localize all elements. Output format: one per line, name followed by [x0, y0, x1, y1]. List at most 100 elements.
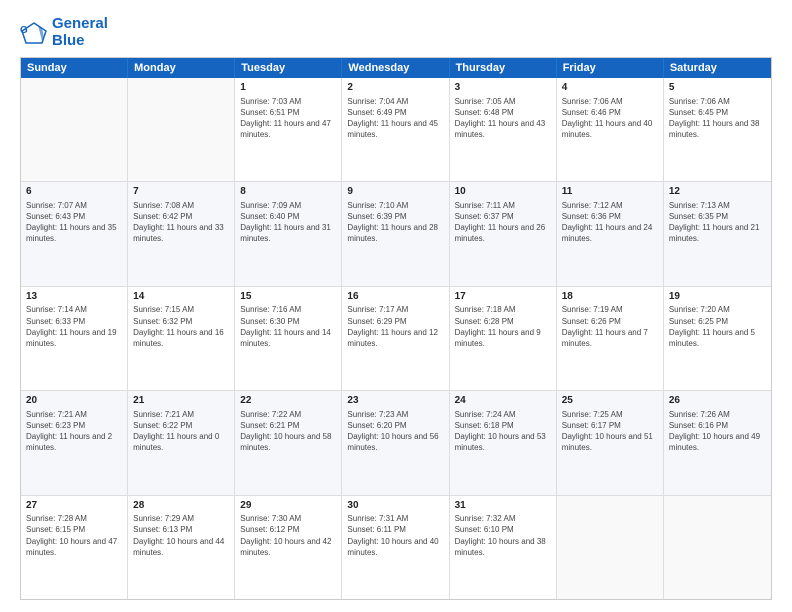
sun-info: Sunrise: 7:19 AMSunset: 6:26 PMDaylight:… — [562, 304, 658, 349]
calendar-day-cell: 24Sunrise: 7:24 AMSunset: 6:18 PMDayligh… — [450, 391, 557, 494]
day-number: 29 — [240, 499, 336, 513]
calendar-day-cell: 28Sunrise: 7:29 AMSunset: 6:13 PMDayligh… — [128, 496, 235, 599]
calendar-day-cell: 4Sunrise: 7:06 AMSunset: 6:46 PMDaylight… — [557, 78, 664, 181]
sun-info: Sunrise: 7:31 AMSunset: 6:11 PMDaylight:… — [347, 513, 443, 558]
calendar-day-cell: 6Sunrise: 7:07 AMSunset: 6:43 PMDaylight… — [21, 182, 128, 285]
sun-info: Sunrise: 7:08 AMSunset: 6:42 PMDaylight:… — [133, 200, 229, 245]
sun-info: Sunrise: 7:10 AMSunset: 6:39 PMDaylight:… — [347, 200, 443, 245]
weekday-header: Thursday — [450, 58, 557, 78]
sun-info: Sunrise: 7:28 AMSunset: 6:15 PMDaylight:… — [26, 513, 122, 558]
day-number: 17 — [455, 290, 551, 304]
calendar-day-cell: 10Sunrise: 7:11 AMSunset: 6:37 PMDayligh… — [450, 182, 557, 285]
day-number: 12 — [669, 185, 766, 199]
sun-info: Sunrise: 7:06 AMSunset: 6:45 PMDaylight:… — [669, 96, 766, 141]
calendar-day-cell: 2Sunrise: 7:04 AMSunset: 6:49 PMDaylight… — [342, 78, 449, 181]
calendar-row: 6Sunrise: 7:07 AMSunset: 6:43 PMDaylight… — [21, 181, 771, 285]
calendar-row: 20Sunrise: 7:21 AMSunset: 6:23 PMDayligh… — [21, 390, 771, 494]
weekday-header: Monday — [128, 58, 235, 78]
calendar-row: 27Sunrise: 7:28 AMSunset: 6:15 PMDayligh… — [21, 495, 771, 599]
day-number: 5 — [669, 81, 766, 95]
weekday-header: Saturday — [664, 58, 771, 78]
calendar-day-cell: 18Sunrise: 7:19 AMSunset: 6:26 PMDayligh… — [557, 287, 664, 390]
sun-info: Sunrise: 7:20 AMSunset: 6:25 PMDaylight:… — [669, 304, 766, 349]
sun-info: Sunrise: 7:23 AMSunset: 6:20 PMDaylight:… — [347, 409, 443, 454]
day-number: 19 — [669, 290, 766, 304]
calendar-day-cell: 11Sunrise: 7:12 AMSunset: 6:36 PMDayligh… — [557, 182, 664, 285]
sun-info: Sunrise: 7:18 AMSunset: 6:28 PMDaylight:… — [455, 304, 551, 349]
sun-info: Sunrise: 7:14 AMSunset: 6:33 PMDaylight:… — [26, 304, 122, 349]
calendar-body: 1Sunrise: 7:03 AMSunset: 6:51 PMDaylight… — [21, 78, 771, 599]
logo-text: General Blue — [52, 16, 108, 49]
calendar-day-cell: 13Sunrise: 7:14 AMSunset: 6:33 PMDayligh… — [21, 287, 128, 390]
sun-info: Sunrise: 7:16 AMSunset: 6:30 PMDaylight:… — [240, 304, 336, 349]
sun-info: Sunrise: 7:09 AMSunset: 6:40 PMDaylight:… — [240, 200, 336, 245]
day-number: 14 — [133, 290, 229, 304]
calendar-day-cell: 1Sunrise: 7:03 AMSunset: 6:51 PMDaylight… — [235, 78, 342, 181]
sun-info: Sunrise: 7:30 AMSunset: 6:12 PMDaylight:… — [240, 513, 336, 558]
calendar-row: 1Sunrise: 7:03 AMSunset: 6:51 PMDaylight… — [21, 78, 771, 181]
sun-info: Sunrise: 7:06 AMSunset: 6:46 PMDaylight:… — [562, 96, 658, 141]
weekday-header: Friday — [557, 58, 664, 78]
sun-info: Sunrise: 7:07 AMSunset: 6:43 PMDaylight:… — [26, 200, 122, 245]
sun-info: Sunrise: 7:22 AMSunset: 6:21 PMDaylight:… — [240, 409, 336, 454]
day-number: 4 — [562, 81, 658, 95]
weekday-header: Wednesday — [342, 58, 449, 78]
sun-info: Sunrise: 7:26 AMSunset: 6:16 PMDaylight:… — [669, 409, 766, 454]
weekday-header: Tuesday — [235, 58, 342, 78]
day-number: 27 — [26, 499, 122, 513]
day-number: 31 — [455, 499, 551, 513]
calendar-day-cell: 14Sunrise: 7:15 AMSunset: 6:32 PMDayligh… — [128, 287, 235, 390]
calendar-empty-cell — [557, 496, 664, 599]
day-number: 16 — [347, 290, 443, 304]
day-number: 24 — [455, 394, 551, 408]
day-number: 28 — [133, 499, 229, 513]
day-number: 6 — [26, 185, 122, 199]
day-number: 10 — [455, 185, 551, 199]
day-number: 15 — [240, 290, 336, 304]
day-number: 1 — [240, 81, 336, 95]
day-number: 25 — [562, 394, 658, 408]
sun-info: Sunrise: 7:05 AMSunset: 6:48 PMDaylight:… — [455, 96, 551, 141]
calendar-day-cell: 27Sunrise: 7:28 AMSunset: 6:15 PMDayligh… — [21, 496, 128, 599]
day-number: 7 — [133, 185, 229, 199]
day-number: 3 — [455, 81, 551, 95]
sun-info: Sunrise: 7:12 AMSunset: 6:36 PMDaylight:… — [562, 200, 658, 245]
day-number: 8 — [240, 185, 336, 199]
logo-icon: G — [20, 21, 48, 45]
page-header: G General Blue — [20, 16, 772, 49]
day-number: 23 — [347, 394, 443, 408]
calendar-header: SundayMondayTuesdayWednesdayThursdayFrid… — [21, 58, 771, 78]
sun-info: Sunrise: 7:15 AMSunset: 6:32 PMDaylight:… — [133, 304, 229, 349]
calendar-day-cell: 25Sunrise: 7:25 AMSunset: 6:17 PMDayligh… — [557, 391, 664, 494]
calendar-day-cell: 7Sunrise: 7:08 AMSunset: 6:42 PMDaylight… — [128, 182, 235, 285]
calendar-day-cell: 21Sunrise: 7:21 AMSunset: 6:22 PMDayligh… — [128, 391, 235, 494]
calendar: SundayMondayTuesdayWednesdayThursdayFrid… — [20, 57, 772, 600]
calendar-day-cell: 15Sunrise: 7:16 AMSunset: 6:30 PMDayligh… — [235, 287, 342, 390]
calendar-day-cell: 30Sunrise: 7:31 AMSunset: 6:11 PMDayligh… — [342, 496, 449, 599]
logo: G General Blue — [20, 16, 108, 49]
day-number: 9 — [347, 185, 443, 199]
day-number: 22 — [240, 394, 336, 408]
sun-info: Sunrise: 7:21 AMSunset: 6:22 PMDaylight:… — [133, 409, 229, 454]
calendar-day-cell: 19Sunrise: 7:20 AMSunset: 6:25 PMDayligh… — [664, 287, 771, 390]
sun-info: Sunrise: 7:29 AMSunset: 6:13 PMDaylight:… — [133, 513, 229, 558]
calendar-day-cell: 22Sunrise: 7:22 AMSunset: 6:21 PMDayligh… — [235, 391, 342, 494]
sun-info: Sunrise: 7:11 AMSunset: 6:37 PMDaylight:… — [455, 200, 551, 245]
calendar-row: 13Sunrise: 7:14 AMSunset: 6:33 PMDayligh… — [21, 286, 771, 390]
sun-info: Sunrise: 7:03 AMSunset: 6:51 PMDaylight:… — [240, 96, 336, 141]
day-number: 2 — [347, 81, 443, 95]
calendar-empty-cell — [664, 496, 771, 599]
sun-info: Sunrise: 7:21 AMSunset: 6:23 PMDaylight:… — [26, 409, 122, 454]
calendar-empty-cell — [128, 78, 235, 181]
day-number: 30 — [347, 499, 443, 513]
day-number: 13 — [26, 290, 122, 304]
day-number: 26 — [669, 394, 766, 408]
calendar-day-cell: 29Sunrise: 7:30 AMSunset: 6:12 PMDayligh… — [235, 496, 342, 599]
sun-info: Sunrise: 7:17 AMSunset: 6:29 PMDaylight:… — [347, 304, 443, 349]
weekday-header: Sunday — [21, 58, 128, 78]
calendar-day-cell: 23Sunrise: 7:23 AMSunset: 6:20 PMDayligh… — [342, 391, 449, 494]
sun-info: Sunrise: 7:04 AMSunset: 6:49 PMDaylight:… — [347, 96, 443, 141]
day-number: 18 — [562, 290, 658, 304]
calendar-day-cell: 8Sunrise: 7:09 AMSunset: 6:40 PMDaylight… — [235, 182, 342, 285]
day-number: 20 — [26, 394, 122, 408]
